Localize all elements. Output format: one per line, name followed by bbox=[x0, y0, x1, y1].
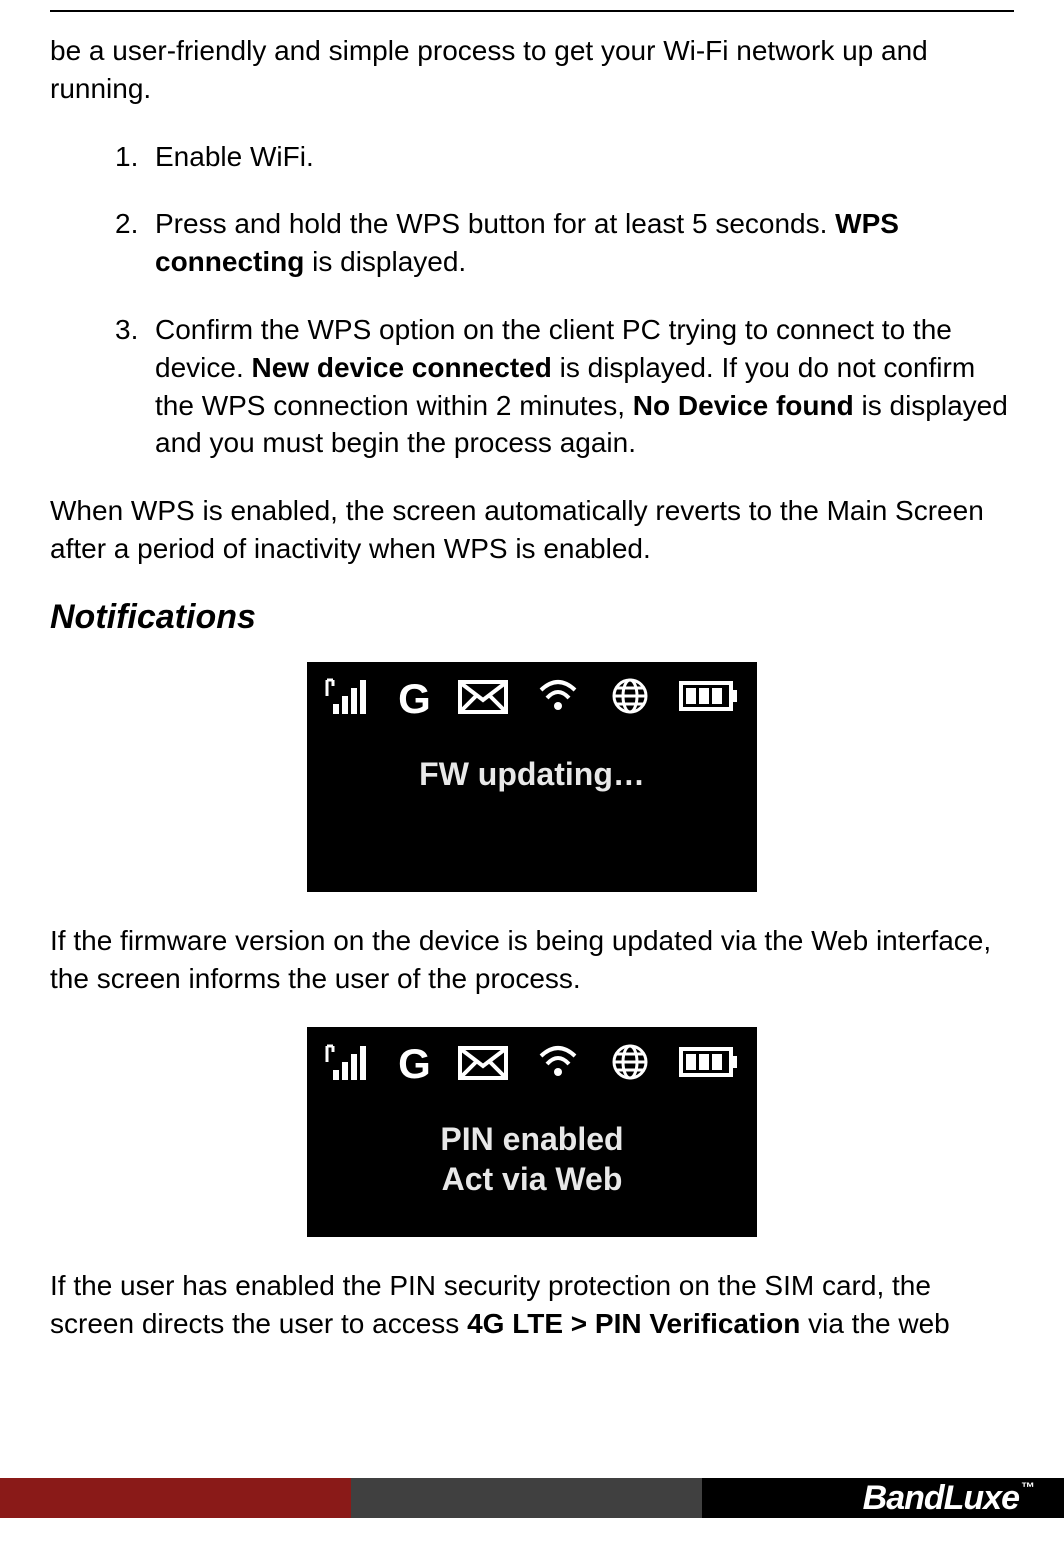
step-1: 1. Enable WiFi. bbox=[115, 138, 1014, 176]
device-screen-pin-enabled: G PIN enabled Act via Web bbox=[307, 1027, 757, 1237]
footer-stripe-gray bbox=[351, 1478, 702, 1518]
network-type-g: G bbox=[398, 1040, 431, 1088]
status-bar: G bbox=[325, 1039, 739, 1089]
globe-icon bbox=[608, 674, 652, 723]
step-text-bold: New device connected bbox=[252, 352, 552, 383]
step-text-pre: Press and hold the WPS button for at lea… bbox=[155, 208, 835, 239]
network-type-g: G bbox=[398, 675, 431, 723]
wps-note: When WPS is enabled, the screen automati… bbox=[50, 492, 1014, 568]
desc-bold: 4G LTE > PIN Verification bbox=[467, 1308, 800, 1339]
notifications-heading: Notifications bbox=[50, 598, 1014, 637]
step-text: Enable WiFi. bbox=[155, 138, 1014, 176]
screen-message-line1: PIN enabled bbox=[325, 1119, 739, 1159]
signal-icon bbox=[325, 676, 371, 721]
step-text-bold2: No Device found bbox=[633, 390, 854, 421]
pin-enabled-description: If the user has enabled the PIN security… bbox=[50, 1267, 1014, 1343]
desc-post: via the web bbox=[800, 1308, 949, 1339]
message-icon bbox=[458, 676, 508, 721]
step-number: 3. bbox=[115, 311, 155, 462]
footer-stripe-red bbox=[0, 1478, 351, 1518]
battery-icon bbox=[679, 1045, 739, 1084]
brand-tm: ™ bbox=[1021, 1479, 1034, 1495]
message-icon bbox=[458, 1042, 508, 1087]
globe-icon bbox=[608, 1040, 652, 1089]
wifi-icon bbox=[535, 1042, 581, 1087]
step-text: Confirm the WPS option on the client PC … bbox=[155, 311, 1014, 462]
device-screen-fw-updating: G FW updating… bbox=[307, 662, 757, 892]
brand-logo: BandLuxe™ bbox=[863, 1479, 1034, 1518]
screen-message-line2: Act via Web bbox=[325, 1159, 739, 1199]
intro-continued: be a user-friendly and simple process to… bbox=[50, 32, 1014, 108]
step-text-post: is displayed. bbox=[304, 246, 466, 277]
footer-stripe-black: BandLuxe™ bbox=[702, 1478, 1064, 1518]
steps-list: 1. Enable WiFi. 2. Press and hold the WP… bbox=[50, 138, 1014, 463]
brand-name: BandLuxe bbox=[863, 1479, 1019, 1517]
wifi-icon bbox=[535, 676, 581, 721]
fw-update-description: If the firmware version on the device is… bbox=[50, 922, 1014, 998]
step-text: Press and hold the WPS button for at lea… bbox=[155, 205, 1014, 281]
screen-message: FW updating… bbox=[325, 754, 739, 794]
status-bar: G bbox=[325, 674, 739, 724]
step-number: 2. bbox=[115, 205, 155, 281]
screen-message: PIN enabled Act via Web bbox=[325, 1119, 739, 1199]
step-number: 1. bbox=[115, 138, 155, 176]
step-2: 2. Press and hold the WPS button for at … bbox=[115, 205, 1014, 281]
signal-icon bbox=[325, 1042, 371, 1087]
step-3: 3. Confirm the WPS option on the client … bbox=[115, 311, 1014, 462]
battery-icon bbox=[679, 679, 739, 718]
